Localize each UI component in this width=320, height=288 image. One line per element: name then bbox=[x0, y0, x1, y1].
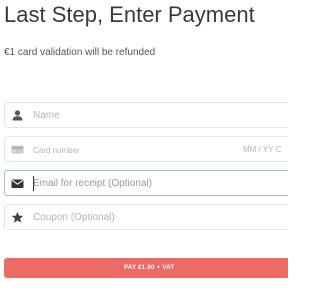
name-field[interactable]: Name bbox=[4, 102, 288, 128]
payment-page: Last Step, Enter Payment €1 card validat… bbox=[0, 0, 288, 288]
email-field[interactable]: Email for receipt (Optional) bbox=[4, 170, 288, 196]
page-title: Last Step, Enter Payment bbox=[4, 2, 255, 27]
email-placeholder: Email for receipt (Optional) bbox=[33, 178, 152, 189]
envelope-icon bbox=[11, 179, 24, 188]
card-number-placeholder: Card number bbox=[33, 146, 80, 155]
pay-button[interactable]: PAY €1.00 + VAT bbox=[4, 258, 288, 278]
coupon-placeholder: Coupon (Optional) bbox=[33, 212, 115, 223]
user-icon bbox=[12, 110, 23, 121]
name-placeholder: Name bbox=[33, 110, 60, 121]
card-number-field[interactable]: Card number MM / YY C bbox=[4, 136, 288, 162]
credit-card-icon bbox=[11, 145, 24, 154]
star-icon bbox=[11, 211, 24, 223]
refund-notice: €1 card validation will be refunded bbox=[4, 47, 156, 58]
card-expiry-placeholder: MM / YY C bbox=[243, 145, 282, 154]
coupon-field[interactable]: Coupon (Optional) bbox=[4, 204, 288, 230]
